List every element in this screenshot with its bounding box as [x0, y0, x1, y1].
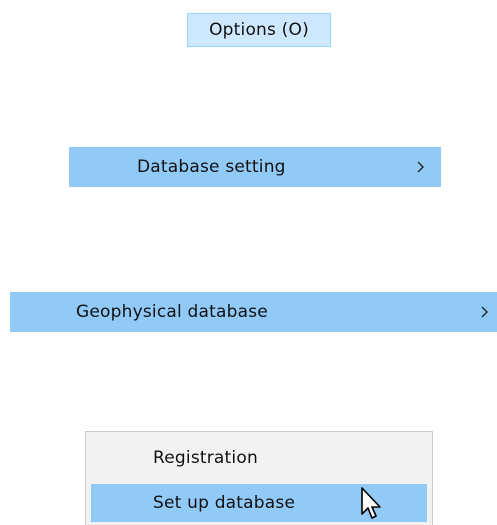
options-menu-label: Options (O): [209, 20, 309, 40]
menu-item-database-setting[interactable]: Database setting: [69, 147, 441, 187]
database-setting-label: Database setting: [137, 157, 286, 177]
screenshot-stage: Options (O) Database setting Geophysical…: [0, 0, 497, 525]
mouse-pointer-icon: [360, 486, 386, 522]
set-up-database-label: Set up database: [153, 493, 296, 513]
chevron-right-icon: [416, 161, 426, 173]
submenu-item-registration[interactable]: Registration: [91, 439, 427, 477]
geophysical-database-label: Geophysical database: [76, 302, 268, 322]
menu-item-geophysical-database[interactable]: Geophysical database: [10, 292, 497, 332]
registration-label: Registration: [153, 448, 258, 468]
options-menu[interactable]: Options (O): [187, 13, 331, 47]
chevron-right-icon: [480, 306, 490, 318]
